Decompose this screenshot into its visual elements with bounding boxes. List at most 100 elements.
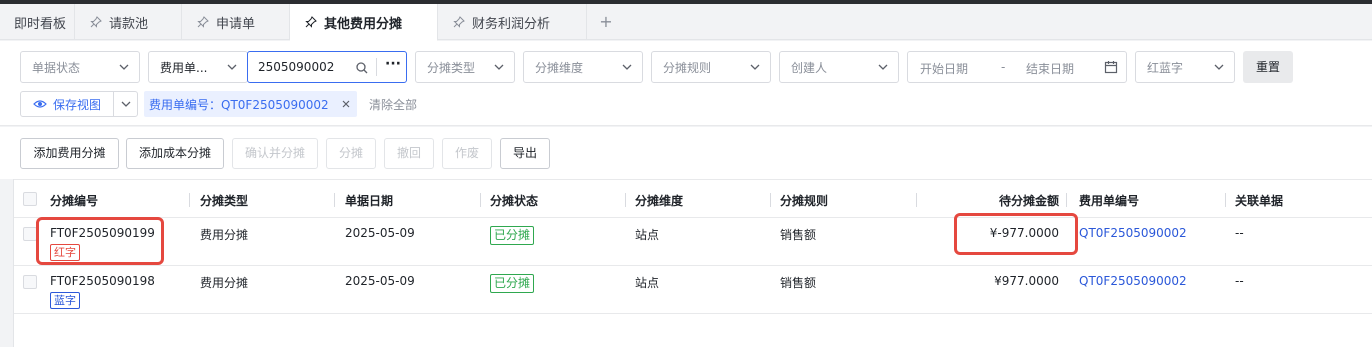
alloc-type: 费用分摊 [200,276,249,290]
date-separator: - [1001,60,1006,74]
more-options-button[interactable]: ··· [384,56,402,78]
table-header: 分摊编号 分摊类型 单据日期 分摊状态 分摊维度 分摊规则 待分摊金额 费用单编… [14,179,1372,218]
chevron-down-icon [227,64,237,70]
alloc-dimension: 站点 [635,228,660,242]
alloc-type-placeholder: 分摊类型 [427,60,476,75]
save-view-button[interactable]: 保存视图 [20,91,138,117]
calendar-icon [1104,61,1118,74]
col-related-doc[interactable]: 关联单据 [1235,192,1283,209]
tab-payment-pool[interactable]: 请款池 [75,4,182,40]
divider [376,58,377,76]
eye-icon [33,100,47,108]
chevron-down-icon [622,64,632,70]
doc-number-field-select[interactable]: 费用单... [148,51,248,83]
tab-profit-analysis[interactable]: 财务利润分析 [438,4,587,40]
start-date-input[interactable]: 开始日期 [920,60,968,77]
divider [113,92,114,116]
col-pending-amount[interactable]: 待分摊金额 [999,192,1059,209]
reset-button[interactable]: 重置 [1243,51,1293,83]
blue-tag: 蓝字 [50,292,80,309]
col-alloc-no[interactable]: 分摊编号 [50,192,98,209]
save-view-label: 保存视图 [53,97,102,112]
col-alloc-dimension[interactable]: 分摊维度 [635,192,683,209]
col-alloc-status[interactable]: 分摊状态 [490,192,538,209]
col-doc-date[interactable]: 单据日期 [345,192,393,209]
tab-label: 请款池 [109,16,149,32]
close-icon[interactable] [341,99,351,109]
row-checkbox[interactable] [23,275,37,289]
column-divider[interactable] [1066,193,1067,207]
expense-no-link[interactable]: QT0F2505090002 [1079,226,1187,240]
column-divider[interactable] [1225,193,1226,207]
red-blue-select[interactable]: 红蓝字 [1135,51,1235,83]
doc-status-placeholder: 单据状态 [32,60,81,75]
column-divider[interactable] [480,193,481,207]
column-divider[interactable] [770,193,771,207]
related-doc: -- [1235,274,1244,288]
tab-bar: 即时看板 请款池 申请单 其他费用分摊 财务利润分析 + [0,4,1372,41]
row-checkbox[interactable] [23,227,37,241]
alloc-dimension-select[interactable]: 分摊维度 [523,51,643,83]
pin-icon[interactable] [304,15,318,29]
alloc-dimension: 站点 [635,276,660,290]
allocation-table: 分摊编号 分摊类型 单据日期 分摊状态 分摊维度 分摊规则 待分摊金额 费用单编… [13,179,1372,347]
action-toolbar: 添加费用分摊 添加成本分摊 确认并分摊 分摊 撤回 作废 导出 [0,127,1372,179]
tab-label: 申请单 [216,16,256,32]
withdraw-button[interactable]: 撤回 [384,138,434,169]
highlight-box [36,217,164,265]
add-expense-allocation-button[interactable]: 添加费用分摊 [20,138,119,169]
clear-all-link[interactable]: 清除全部 [369,96,417,113]
column-divider[interactable] [334,193,335,207]
tab-dashboard[interactable]: 即时看板 [0,4,75,40]
select-all-checkbox[interactable] [23,192,37,206]
chevron-down-icon [1214,64,1224,70]
date-range-picker[interactable]: 开始日期 - 结束日期 [907,51,1127,83]
allocate-button[interactable]: 分摊 [326,138,376,169]
search-value[interactable]: 2505090002 [248,60,348,74]
doc-date: 2025-05-09 [345,274,415,288]
table-row[interactable]: FT0F2505090199 红字 费用分摊 2025-05-09 已分摊 站点… [14,218,1372,266]
pin-icon[interactable] [452,15,466,29]
red-blue-placeholder: 红蓝字 [1147,60,1184,75]
highlight-box [954,213,1078,255]
column-divider[interactable] [916,193,917,207]
confirm-and-allocate-button[interactable]: 确认并分摊 [232,138,318,169]
chevron-down-icon [878,64,888,70]
column-divider[interactable] [189,193,190,207]
filter-panel: 单据状态 费用单... 2505090002 ··· 分摊类型 分摊维度 分摊规… [0,41,1372,126]
creator-select[interactable]: 创建人 [779,51,899,83]
col-expense-no[interactable]: 费用单编号 [1079,192,1139,209]
tab-label: 财务利润分析 [472,16,551,32]
col-alloc-rule[interactable]: 分摊规则 [780,192,828,209]
search-icon[interactable] [355,61,369,75]
pending-amount: ¥977.0000 [994,274,1059,288]
doc-status-select[interactable]: 单据状态 [20,51,140,83]
chevron-down-icon [494,64,504,70]
end-date-input[interactable]: 结束日期 [1026,60,1074,77]
alloc-rule: 销售额 [780,228,817,242]
chevron-down-icon[interactable] [121,99,131,109]
add-tab-button[interactable]: + [598,14,614,30]
doc-number-search-input[interactable]: 2505090002 ··· [247,51,407,83]
chip-label: 费用单编号：QT0F2505090002 [149,97,329,112]
doc-date: 2025-05-09 [345,226,415,240]
void-button[interactable]: 作废 [442,138,492,169]
alloc-dimension-placeholder: 分摊维度 [535,60,584,75]
pin-icon[interactable] [89,15,103,29]
tab-other-expense-allocation[interactable]: 其他费用分摊 [290,4,438,41]
column-divider[interactable] [625,193,626,207]
alloc-type-select[interactable]: 分摊类型 [415,51,515,83]
export-button[interactable]: 导出 [500,138,550,169]
status-badge: 已分摊 [490,274,535,293]
expense-no-link[interactable]: QT0F2505090002 [1079,274,1187,288]
alloc-rule-placeholder: 分摊规则 [663,60,712,75]
alloc-rule-select[interactable]: 分摊规则 [651,51,771,83]
alloc-rule: 销售额 [780,276,817,290]
status-badge: 已分摊 [490,226,535,245]
add-cost-allocation-button[interactable]: 添加成本分摊 [126,138,224,169]
col-alloc-type[interactable]: 分摊类型 [200,192,248,209]
table-row[interactable]: FT0F2505090198 蓝字 费用分摊 2025-05-09 已分摊 站点… [14,266,1372,314]
pin-icon[interactable] [196,15,210,29]
alloc-no: FT0F2505090198 [50,274,155,288]
tab-application[interactable]: 申请单 [182,4,290,40]
